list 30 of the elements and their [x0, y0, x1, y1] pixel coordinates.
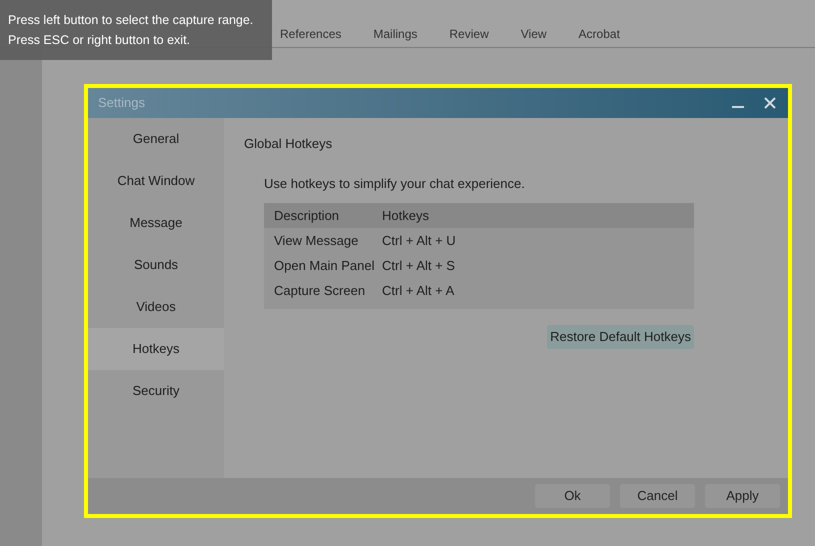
table-cell-text: Capture Screen [273, 282, 366, 300]
sidebar-item[interactable]: General [88, 118, 224, 160]
sidebar-item[interactable]: Hotkeys [88, 328, 224, 370]
ribbon-tab[interactable]: References [278, 25, 344, 43]
column-header: Description [273, 206, 340, 225]
hint-text: Press ESC or right button to exit. [8, 32, 190, 49]
table-cell-text: Open Main Panel [273, 256, 376, 275]
dialog-button[interactable]: Cancel [620, 484, 695, 508]
sidebar-item[interactable]: Security [88, 370, 224, 412]
sidebar-item[interactable]: Message [88, 202, 224, 244]
ribbon-tab[interactable]: Mailings [371, 25, 420, 43]
close-icon[interactable] [764, 97, 776, 109]
dialog-button[interactable]: Apply [705, 484, 780, 508]
section-title: Global Hotkeys [244, 135, 334, 153]
ribbon-tab[interactable]: Acrobat [576, 25, 622, 43]
sidebar-item[interactable]: Chat Window [88, 160, 224, 202]
description-text: Use hotkeys to simplify your chat experience. [264, 174, 526, 193]
ribbon-tab[interactable]: Review [447, 25, 491, 43]
sidebar-item[interactable]: Videos [88, 286, 224, 328]
table-cell-text: View Message [273, 232, 360, 250]
table-cell-text: Ctrl + Alt + U [382, 232, 456, 250]
ribbon-tab[interactable]: View [518, 25, 549, 43]
hint-text: Press left button to select the capture range. [8, 12, 254, 29]
table-cell-text: Ctrl + Alt + S [382, 256, 455, 275]
column-header: Hotkeys [382, 206, 429, 225]
sidebar-item[interactable]: Sounds [88, 244, 224, 286]
window-title: Settings [98, 94, 145, 112]
table-cell-text: Ctrl + Alt + A [382, 282, 454, 300]
dialog-button[interactable]: Ok [535, 484, 610, 508]
restore-defaults-button[interactable]: Restore Default Hotkeys [547, 325, 694, 349]
